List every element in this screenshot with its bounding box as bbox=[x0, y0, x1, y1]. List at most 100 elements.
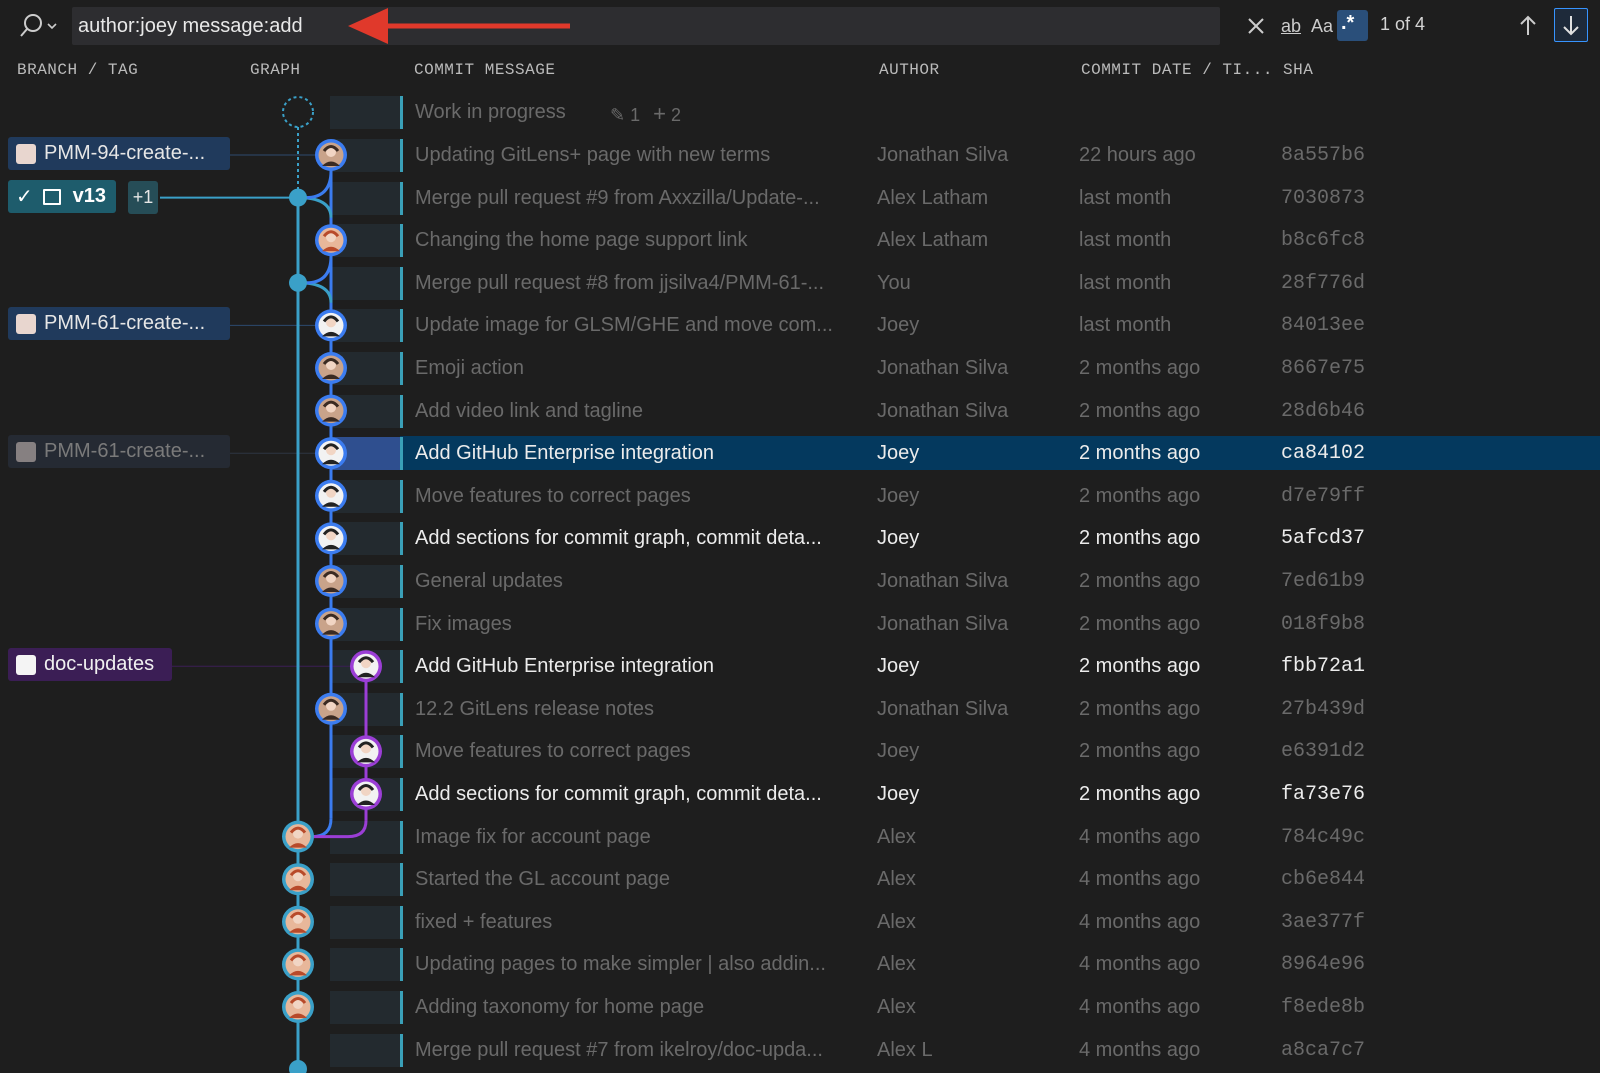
commit-date: 2 months ago bbox=[1079, 697, 1201, 720]
row-indicator bbox=[400, 96, 403, 129]
commit-message: Add sections for commit graph, commit de… bbox=[415, 527, 822, 550]
commit-date: 2 months ago bbox=[1079, 442, 1201, 465]
branch-name: PMM-61-create-... bbox=[44, 440, 206, 462]
row-indicator bbox=[400, 266, 403, 300]
commit-date: 4 months ago bbox=[1079, 910, 1201, 933]
row-indicator bbox=[400, 394, 403, 428]
row-indicator bbox=[400, 863, 403, 897]
commit-message: Started the GL account page bbox=[415, 868, 670, 891]
blue-merge-curve bbox=[305, 256, 333, 285]
commit-date: 22 hours ago bbox=[1079, 144, 1196, 166]
merge-dot bbox=[289, 1060, 307, 1073]
row-indicator bbox=[400, 692, 403, 726]
commit-message: Image fix for account page bbox=[415, 825, 651, 848]
row-indicator bbox=[400, 352, 403, 385]
commit-message: Add sections for commit graph, commit de… bbox=[415, 783, 822, 805]
clear-search-icon[interactable] bbox=[1244, 12, 1268, 40]
more-refs-badge[interactable]: +1 bbox=[128, 181, 158, 214]
commit-message: Add GitHub Enterprise integration bbox=[415, 655, 715, 678]
commit-sha: f8ede8b bbox=[1281, 996, 1366, 1019]
commit-date: last month bbox=[1079, 229, 1172, 252]
commit-author: Alex L bbox=[877, 1038, 933, 1061]
commit-author: Jonathan Silva bbox=[877, 144, 1009, 166]
commit-sha: 7030873 bbox=[1281, 186, 1366, 210]
commit-message: Emoji action bbox=[415, 357, 524, 379]
commit-date: 4 months ago bbox=[1079, 996, 1201, 1018]
row-indicator bbox=[400, 735, 403, 769]
commit-date: 2 months ago bbox=[1079, 357, 1201, 379]
previous-match-icon[interactable] bbox=[1516, 12, 1540, 40]
branch-label-pmm61[interactable]: PMM-61-create-... bbox=[8, 307, 230, 340]
tag-label-v13[interactable]: ✓ v13 bbox=[8, 180, 116, 213]
commit-author: Joey bbox=[877, 783, 920, 805]
branch-label-doc-updates[interactable]: doc-updates bbox=[8, 648, 172, 681]
row-indicator bbox=[400, 820, 403, 854]
commit-sha: ca84102 bbox=[1281, 442, 1366, 466]
commit-date: 2 months ago bbox=[1079, 527, 1201, 550]
commit-date: last month bbox=[1079, 314, 1172, 337]
merge-dot bbox=[289, 188, 307, 207]
row-indicator bbox=[400, 479, 403, 513]
row-indicator bbox=[400, 309, 403, 343]
row-indicator bbox=[400, 181, 403, 215]
next-match-button[interactable] bbox=[1554, 8, 1588, 42]
commit-date: 4 months ago bbox=[1079, 825, 1201, 848]
pencil-icon: ✎ bbox=[610, 105, 626, 125]
avatar bbox=[16, 441, 36, 462]
monitor-icon bbox=[42, 188, 61, 205]
commit-sha: 784c49c bbox=[1281, 825, 1366, 849]
commit-message: fixed + features bbox=[415, 910, 553, 933]
wip-node bbox=[282, 96, 314, 128]
commit-sha: 28f776d bbox=[1281, 271, 1366, 295]
regex-toggle[interactable]: .* bbox=[1337, 10, 1368, 41]
regex-label: .* bbox=[1341, 12, 1355, 34]
commit-author: Joey bbox=[877, 484, 920, 507]
commit-sha: fa73e76 bbox=[1281, 783, 1366, 806]
commit-author: Joey bbox=[877, 442, 920, 465]
commit-message: Merge pull request #8 from jjsilva4/PMM-… bbox=[415, 271, 825, 294]
wip-counts: ✎ 1 + 2 bbox=[610, 101, 681, 127]
row-indicator bbox=[400, 522, 403, 556]
commit-message: General updates bbox=[415, 570, 563, 592]
column-sha[interactable]: SHA bbox=[1283, 61, 1313, 79]
commit-author: Alex Latham bbox=[877, 229, 989, 252]
commit-sha: 7ed61b9 bbox=[1281, 570, 1366, 593]
commit-date: 2 months ago bbox=[1079, 655, 1201, 678]
added-count: 2 bbox=[671, 105, 682, 125]
commit-message: Adding taxonomy for home page bbox=[415, 996, 705, 1018]
branch-label-pmm61-remote[interactable]: PMM-61-create-... bbox=[8, 435, 230, 468]
match-whole-word-toggle[interactable]: ab bbox=[1276, 12, 1306, 40]
column-author[interactable]: AUTHOR bbox=[879, 61, 940, 79]
commit-date: 2 months ago bbox=[1079, 399, 1201, 422]
commit-date: 2 months ago bbox=[1079, 740, 1201, 763]
commit-author: Alex bbox=[877, 953, 916, 976]
commit-message: Update image for GLSM/GHE and move com..… bbox=[415, 314, 833, 337]
commit-message: 12.2 GitLens release notes bbox=[415, 697, 655, 720]
check-icon: ✓ bbox=[16, 186, 33, 208]
commit-sha: 5afcd37 bbox=[1281, 527, 1366, 551]
plus-icon: + bbox=[653, 101, 666, 126]
commit-author: Alex bbox=[877, 996, 916, 1018]
row-indicator bbox=[400, 565, 403, 598]
commit-date: 2 months ago bbox=[1079, 484, 1201, 507]
commit-sha: 8667e75 bbox=[1281, 357, 1366, 380]
commit-message: Add GitHub Enterprise integration bbox=[415, 442, 715, 465]
blue-lane-merge bbox=[311, 818, 333, 839]
branch-label-pmm94[interactable]: PMM-94-create-... bbox=[8, 137, 230, 170]
modified-count: 1 bbox=[630, 105, 641, 125]
row-indicator bbox=[400, 778, 403, 811]
commit-message: Move features to correct pages bbox=[415, 484, 691, 507]
avatar bbox=[16, 313, 36, 334]
match-case-label: Aa bbox=[1310, 16, 1334, 36]
commit-sha: a8ca7c7 bbox=[1281, 1038, 1366, 1062]
commit-message: Fix images bbox=[415, 612, 512, 635]
whole-word-label: ab bbox=[1280, 16, 1302, 36]
column-commit-message[interactable]: COMMIT MESSAGE bbox=[414, 61, 555, 79]
column-commit-date[interactable]: COMMIT DATE / TI... bbox=[1081, 61, 1273, 79]
arrow-down-icon bbox=[1563, 16, 1579, 36]
commit-author: Joey bbox=[877, 655, 920, 678]
commit-date: 2 months ago bbox=[1079, 612, 1201, 635]
commit-author: Joey bbox=[877, 314, 920, 337]
commit-message: Updating pages to make simpler | also ad… bbox=[415, 953, 826, 976]
match-case-toggle[interactable]: Aa bbox=[1308, 12, 1336, 40]
